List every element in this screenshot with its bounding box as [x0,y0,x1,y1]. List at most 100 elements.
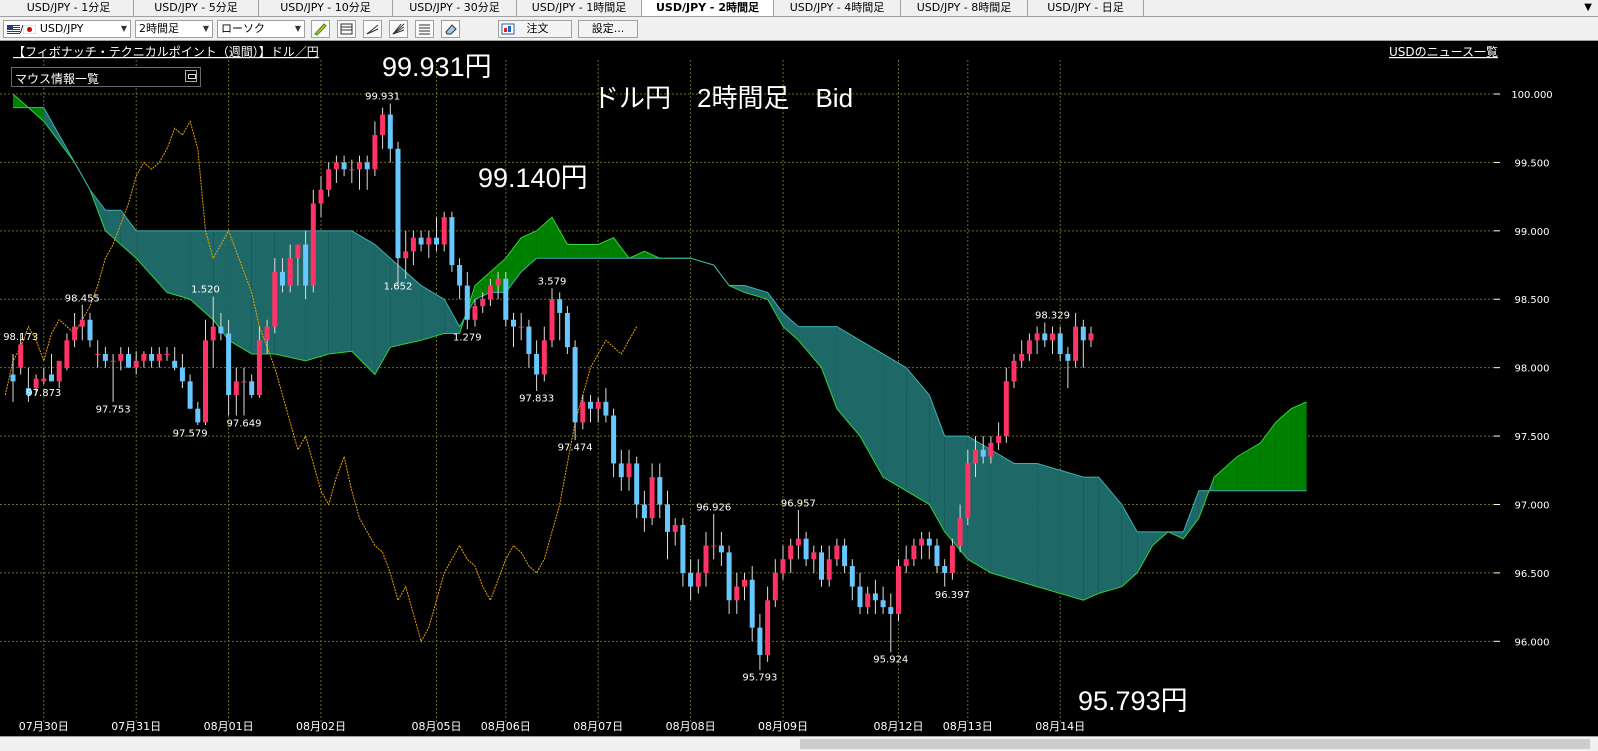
candle-body [1019,353,1025,361]
chart-style-select[interactable]: ローソク ▼ [217,20,305,38]
cloud-segment [1014,463,1038,587]
usd-news-link[interactable]: USDのニュース一覧 [1389,45,1498,59]
tab-6[interactable]: USD/JPY - 2時間足 [642,0,774,16]
timeframe-select[interactable]: 2時間足 ▼ [135,20,213,38]
fan-lines-button[interactable] [389,20,408,38]
candle-body [64,340,70,368]
candle-body [210,326,216,341]
candle-body [318,189,324,204]
candle-body [403,251,409,259]
candle-body [618,463,624,478]
candle-body [1057,333,1063,354]
candle-body [333,162,339,170]
chevron-down-icon: ▼ [120,24,127,33]
x-tick-label: 08月13日 [943,720,993,733]
candle-body [241,381,247,383]
price-label: 95.793 [742,673,777,684]
candle-body [1065,353,1071,361]
minimize-panel-icon[interactable] [185,70,197,82]
candle-body [711,545,717,547]
cloud-segment [1083,477,1099,601]
currency-pair-select[interactable]: / USD/JPY ▼ [3,20,131,38]
candle-body [980,449,986,457]
candle-body [49,374,54,382]
cloud-segment [1275,408,1292,491]
eraser-icon [445,24,457,35]
timeframe-value: 2時間足 [139,22,179,35]
candle-body [688,572,694,587]
cloud-segment [567,244,583,259]
candle-body [888,607,894,614]
candle-body [703,545,709,573]
candle-body [464,285,470,320]
cloud-segment [1291,401,1307,491]
candle-body [880,600,886,608]
candle-body [1026,340,1032,354]
horizontal-lines-button[interactable] [415,20,434,38]
candle-body [372,135,378,170]
candle-body [549,299,555,341]
chevron-down-icon: ▼ [294,24,301,33]
pencil-draw-button[interactable] [311,20,330,38]
candle-body [595,401,601,409]
eraser-button[interactable] [441,20,460,38]
y-tick-label: 99.500 [1515,158,1550,169]
fan-lines-icon [392,23,405,35]
tab-list-dropdown-icon[interactable]: ▼ [1584,0,1592,16]
candle-body [357,162,362,170]
second-high-price-annotation: 99.140円 [478,163,588,193]
grid-button[interactable] [337,20,356,38]
candle-body [1034,333,1040,341]
candle-body [364,162,370,170]
price-label: 99.931 [365,91,400,102]
candle-body [541,340,547,375]
candle-body [457,265,463,286]
settings-button[interactable]: 設定... [578,20,638,38]
horizontal-scrollbar[interactable] [0,736,1598,751]
candle-body [480,299,486,307]
order-icon [501,23,515,35]
settings-label: 設定... [591,22,625,35]
fibonacci-technical-point-link[interactable]: 【フィボナッチ・テクニカルポイント（週間）】ドル／円 [13,45,319,59]
candle-body [102,353,108,361]
tab-1[interactable]: USD/JPY - 1分足 [4,0,134,16]
tab-9[interactable]: USD/JPY - 日足 [1028,0,1144,16]
trendline-button[interactable] [363,20,382,38]
candle-body [434,237,439,245]
tab-4[interactable]: USD/JPY - 30分足 [393,0,517,16]
candle-body [187,381,193,409]
y-tick-label: 97.500 [1515,432,1550,443]
candle-body [988,442,994,457]
candle-body [896,566,901,614]
price-label: 97.579 [173,428,208,439]
tab-7[interactable]: USD/JPY - 4時間足 [774,0,901,16]
candle-body [1073,326,1079,361]
price-label: 3.579 [538,276,567,287]
tab-2[interactable]: USD/JPY - 5分足 [134,0,259,16]
candle-body [1042,333,1048,341]
x-tick-label: 08月01日 [204,720,254,733]
price-chart[interactable]: 99.931 98.455 98.173 97.873 97.753 97.579 97.6… [0,41,1598,736]
tab-8[interactable]: USD/JPY - 8時間足 [901,0,1028,16]
candle-body [326,169,332,190]
candle-body [249,381,255,396]
scrollbar-thumb[interactable] [800,739,1590,749]
candle-body [72,326,78,341]
candle-body [611,415,617,464]
mouse-info-label: マウス情報一覧 [15,72,100,86]
candle-body [426,237,432,245]
cloud-segment [305,230,329,361]
candle-body [141,353,147,361]
tab-3[interactable]: USD/JPY - 10分足 [259,0,393,16]
candle-body [842,545,848,567]
candle-body [395,148,401,259]
candle-body [834,545,840,560]
order-button[interactable]: 注文 [498,20,572,38]
tab-5[interactable]: USD/JPY - 1時間足 [517,0,642,16]
candle-body [680,525,686,573]
mouse-info-panel[interactable]: マウス情報一覧 [11,67,201,87]
candle-body [303,244,309,286]
x-tick-label: 08月05日 [412,720,462,733]
candle-body [472,306,478,320]
y-tick-label: 96.500 [1515,569,1550,580]
